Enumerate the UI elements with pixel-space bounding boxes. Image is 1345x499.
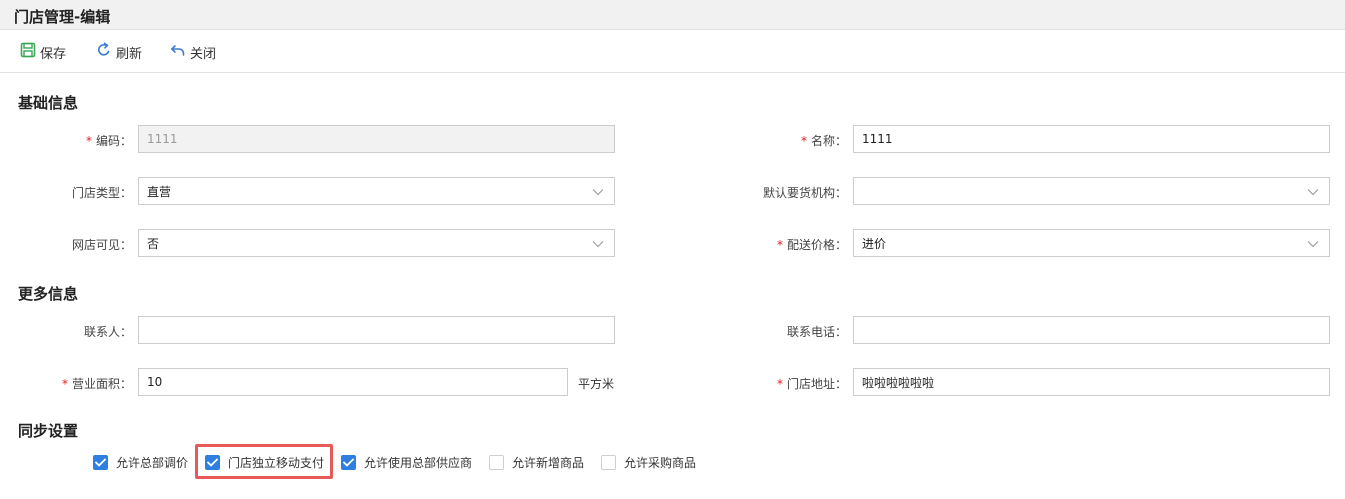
default-org-select[interactable] <box>853 177 1330 205</box>
checkbox-checked[interactable] <box>341 454 356 470</box>
required-mark: * <box>776 377 783 391</box>
name-label: * 名称： <box>800 134 847 148</box>
checkbox-allow-new-product[interactable]: 允许新增商品 <box>489 454 584 470</box>
required-mark: * <box>61 377 68 391</box>
checkbox-independent-mobile-pay[interactable]: 门店独立移动支付 <box>205 454 324 470</box>
chevron-down-icon <box>1307 186 1319 200</box>
delivery-price-label: * 配送价格： <box>776 238 847 252</box>
check-icon <box>95 458 106 466</box>
checkbox-allow-purchase[interactable]: 允许采购商品 <box>601 454 696 470</box>
required-mark: * <box>85 134 92 148</box>
contact-input[interactable] <box>147 323 606 337</box>
store-type-label: 门店类型： <box>71 186 132 200</box>
page-title: 门店管理-编辑 <box>14 8 111 26</box>
close-button[interactable]: 关闭 <box>170 41 216 63</box>
refresh-icon <box>96 42 116 62</box>
checkbox-unchecked[interactable] <box>489 454 504 470</box>
store-type-value: 直营 <box>147 184 172 199</box>
chevron-down-icon <box>592 186 604 200</box>
default-org-label: 默认要货机构： <box>762 186 847 200</box>
area-field[interactable] <box>138 368 568 396</box>
required-mark: * <box>776 238 783 252</box>
save-button[interactable]: 保存 <box>20 41 66 63</box>
phone-label: 联系电话： <box>786 325 847 339</box>
delivery-price-select[interactable]: 进价 <box>853 229 1330 257</box>
checkbox-checked[interactable] <box>205 454 220 470</box>
store-type-select[interactable]: 直营 <box>138 177 615 205</box>
name-field[interactable] <box>853 125 1330 153</box>
checkbox-unchecked[interactable] <box>601 454 616 470</box>
address-label: * 门店地址： <box>776 377 847 391</box>
toolbar: 保存 刷新 关闭 <box>0 31 1345 73</box>
section-basic-info: 基础信息 <box>18 94 79 112</box>
refresh-button[interactable]: 刷新 <box>96 41 142 63</box>
required-mark: * <box>800 134 807 148</box>
area-input[interactable] <box>147 375 559 389</box>
title-bar: 门店管理-编辑 <box>0 0 1345 30</box>
chevron-down-icon <box>1307 238 1319 252</box>
refresh-label: 刷新 <box>116 46 143 62</box>
checkbox-label: 允许新增商品 <box>512 455 585 470</box>
address-field[interactable] <box>853 368 1330 396</box>
address-input[interactable] <box>862 375 1321 389</box>
contact-field[interactable] <box>138 316 615 344</box>
checkbox-checked[interactable] <box>93 454 108 470</box>
contact-label: 联系人： <box>83 325 132 339</box>
save-label: 保存 <box>40 46 67 62</box>
chevron-down-icon <box>592 238 604 252</box>
code-label: * 编码： <box>85 134 132 148</box>
checkbox-allow-hq-price-adjust[interactable]: 允许总部调价 <box>93 454 188 470</box>
checkbox-allow-hq-supplier[interactable]: 允许使用总部供应商 <box>341 454 472 470</box>
section-more-info: 更多信息 <box>18 285 79 303</box>
online-visible-value: 否 <box>147 236 160 251</box>
code-input[interactable] <box>147 132 606 146</box>
phone-field[interactable] <box>853 316 1330 344</box>
area-unit: 平方米 <box>578 377 615 391</box>
checkbox-label: 允许使用总部供应商 <box>364 455 473 470</box>
code-field[interactable] <box>138 125 615 153</box>
section-sync-settings: 同步设置 <box>18 422 79 440</box>
delivery-price-value: 进价 <box>862 236 887 251</box>
area-label: * 营业面积： <box>61 377 132 391</box>
phone-input[interactable] <box>862 323 1321 337</box>
close-label: 关闭 <box>190 46 217 62</box>
save-icon <box>20 42 40 62</box>
check-icon <box>343 458 354 466</box>
online-visible-label: 网店可见： <box>71 238 132 252</box>
checkbox-label: 门店独立移动支付 <box>228 455 325 470</box>
name-input[interactable] <box>862 132 1321 146</box>
checkbox-label: 允许采购商品 <box>624 455 697 470</box>
checkbox-label: 允许总部调价 <box>116 455 189 470</box>
undo-icon <box>170 42 190 62</box>
check-icon <box>207 458 218 466</box>
online-visible-select[interactable]: 否 <box>138 229 615 257</box>
